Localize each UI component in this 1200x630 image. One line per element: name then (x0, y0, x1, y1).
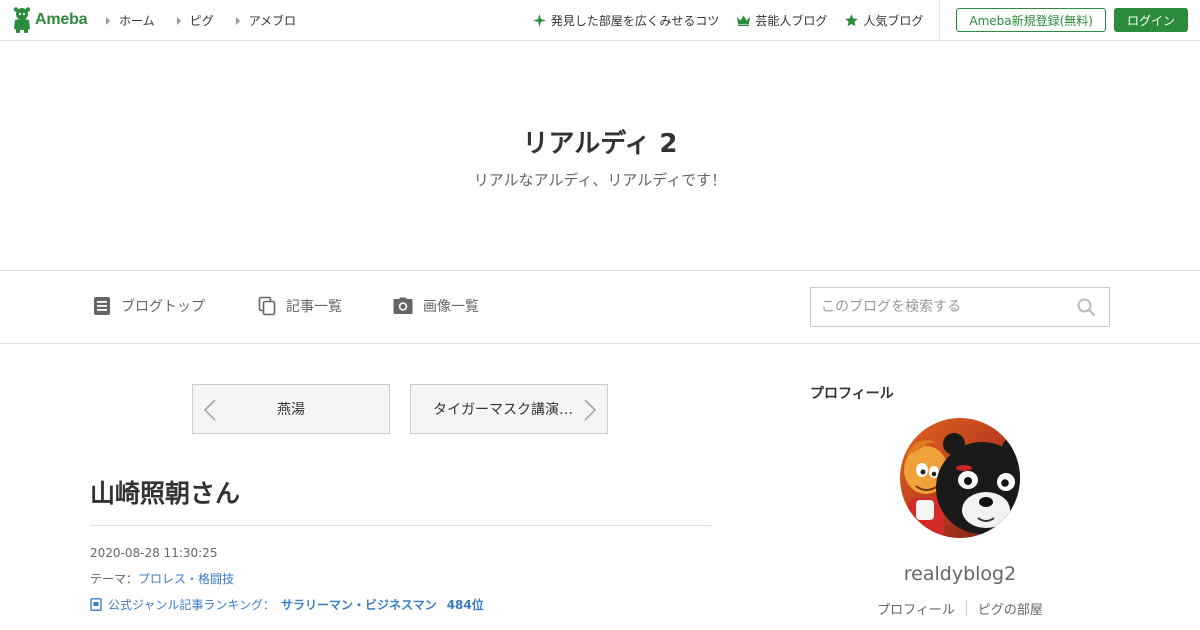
global-header: Ameba ホーム ピグ アメブロ 発見した部屋を広くみせるコツ 芸能人ブログ … (0, 0, 1200, 41)
search-input[interactable] (811, 288, 1071, 326)
search-icon[interactable] (1077, 298, 1095, 316)
blog-title[interactable]: リアルディ 2 (0, 123, 1200, 160)
pigg-room-link[interactable]: ピグの部屋 (978, 599, 1043, 618)
chevron-left-icon (204, 399, 216, 421)
nav-label: 画像一覧 (423, 299, 479, 315)
profile-avatar[interactable] (900, 418, 1020, 538)
nav-item-home[interactable]: ホーム (106, 12, 155, 29)
blog-search (810, 287, 1110, 327)
header-divider (939, 0, 941, 40)
chevron-right-icon (584, 399, 596, 421)
prev-article-button[interactable]: 燕湯 (192, 384, 390, 434)
copy-icon (258, 296, 276, 316)
profile-username[interactable]: realdyblog2 (810, 563, 1110, 585)
article-title[interactable]: 山崎照朝さん (90, 474, 240, 510)
star-icon (845, 13, 859, 26)
global-nav: ホーム ピグ アメブロ (106, 12, 318, 29)
ameba-logo[interactable]: Ameba (12, 7, 88, 33)
prev-article-title: 燕湯 (277, 402, 305, 418)
next-article-button[interactable]: タイガーマスク講演… (410, 384, 608, 434)
nav-item-pigg[interactable]: ピグ (176, 12, 214, 29)
blog-header: リアルディ 2 リアルなアルディ、リアルディです！ (0, 41, 1200, 270)
crown-icon (737, 15, 751, 26)
theme-link[interactable]: プロレス・格闘技 (138, 572, 234, 586)
caret-right-icon (106, 16, 110, 25)
link-room-tips[interactable]: 発見した部屋を広くみせるコツ (532, 12, 720, 29)
ranking-genre: サラリーマン・ビジネスマン (281, 598, 437, 612)
camera-icon (393, 297, 413, 314)
title-divider (90, 525, 711, 526)
caret-right-icon (235, 16, 240, 25)
link-celebrity-blogs[interactable]: 芸能人ブログ (737, 12, 827, 29)
nav-label: 記事一覧 (286, 299, 342, 315)
article-datetime: 2020-08-28 11:30:25 (90, 546, 218, 560)
link-popular-blogs[interactable]: 人気ブログ (845, 12, 923, 29)
profile-links: プロフィール ピグの部屋 (810, 599, 1110, 618)
nav-image-list[interactable]: 画像一覧 (393, 296, 479, 316)
sparkle-icon (532, 13, 546, 27)
article-theme: テーマ：プロレス・格闘技 (90, 570, 234, 587)
genre-ranking[interactable]: 公式ジャンル記事ランキング： サラリーマン・ビジネスマン 484位 (90, 596, 484, 613)
next-article-title: タイガーマスク講演… (433, 402, 573, 418)
link-label: 芸能人ブログ (755, 13, 828, 28)
nav-blog-top[interactable]: ブログトップ (93, 296, 205, 316)
nav-label: ブログトップ (121, 299, 205, 315)
link-label: 発見した部屋を広くみせるコツ (550, 13, 720, 28)
nav-item-ameblo[interactable]: アメブロ (235, 12, 297, 29)
profile-link[interactable]: プロフィール (877, 599, 955, 618)
caret-right-icon (176, 16, 181, 25)
ameba-mascot-icon (13, 7, 31, 33)
theme-prefix: テーマ： (90, 572, 139, 586)
login-button[interactable]: ログイン (1113, 8, 1188, 32)
blog-description: リアルなアルディ、リアルディです！ (473, 171, 727, 189)
ranking-book-icon (90, 598, 102, 611)
brand-name: Ameba (35, 11, 88, 28)
document-icon (94, 297, 110, 315)
nav-item-label: アメブロ (248, 14, 297, 28)
link-separator (965, 601, 967, 615)
nav-article-list[interactable]: 記事一覧 (258, 296, 342, 316)
register-button[interactable]: Ameba新規登録(無料) (956, 8, 1106, 32)
blog-nav: ブログトップ 記事一覧 画像一覧 (0, 270, 1200, 344)
nav-item-label: ホーム (119, 14, 155, 28)
link-label: 人気ブログ (863, 13, 924, 28)
ranking-label: 公式ジャンル記事ランキング： (108, 598, 276, 612)
ranking-position: 484位 (446, 598, 484, 612)
avatar-image (900, 418, 1020, 538)
header-links: 発見した部屋を広くみせるコツ 芸能人ブログ 人気ブログ Ameba新規登録(無料… (532, 0, 1200, 40)
nav-item-label: ピグ (189, 14, 214, 28)
profile-heading: プロフィール (810, 386, 894, 402)
